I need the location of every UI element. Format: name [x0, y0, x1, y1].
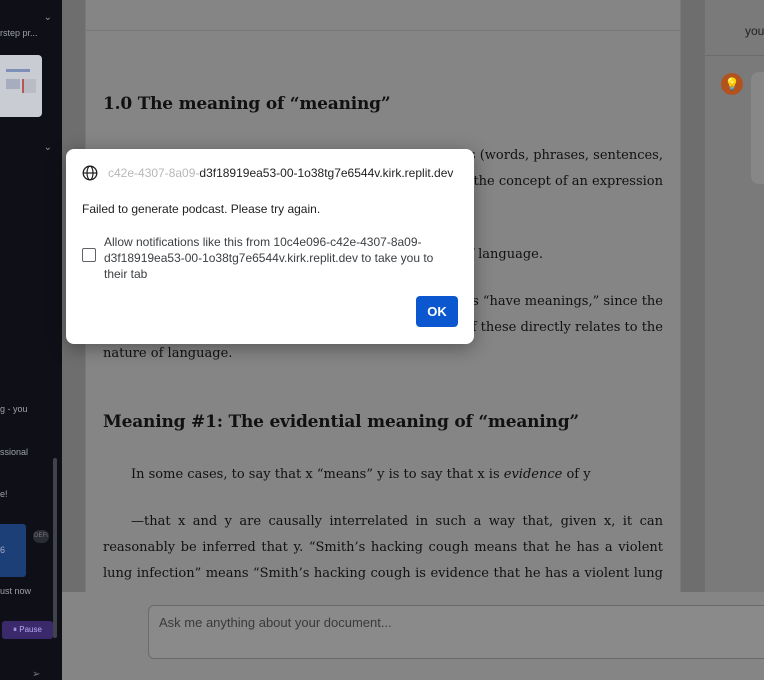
paragraph-text: of y	[562, 467, 591, 482]
notification-checkbox[interactable]	[82, 248, 96, 262]
sidebar: ⌄ rstep pr... ⌄ g - you ssional e! 6 DEF…	[0, 0, 63, 680]
ok-button[interactable]: OK	[416, 296, 458, 327]
pause-icon: ⏸	[13, 625, 18, 634]
timestamp: ust now	[0, 586, 32, 596]
paragraph: —that x and y are causally interrelated …	[103, 514, 663, 581]
composer: Ask me anything about your document...	[62, 592, 764, 680]
alert-dialog: c42e-4307-8a09-d3f18919ea53-00-1o38tg7e6…	[66, 149, 474, 344]
chat-panel: you 💡	[704, 0, 764, 592]
emphasis-text: evidence	[503, 467, 563, 482]
document-thumbnail[interactable]	[0, 55, 42, 117]
sidebar-text-you: g - you	[0, 404, 28, 414]
divider	[86, 30, 680, 31]
pause-button[interactable]: ⏸ Pause	[2, 621, 53, 639]
origin-host: d3f18919ea53-00-1o38tg7e6544v.kirk.repli…	[199, 166, 454, 180]
dialog-origin: c42e-4307-8a09-d3f18919ea53-00-1o38tg7e6…	[108, 166, 453, 180]
section-heading: 1.0 The meaning of “meaning”	[103, 94, 391, 114]
sidebar-card-value: 6	[0, 545, 6, 555]
dialog-message: Failed to generate podcast. Please try a…	[82, 202, 321, 216]
pause-label: Pause	[19, 625, 42, 634]
paragraph-line: , the concept of an expression	[465, 174, 663, 189]
sidebar-card[interactable]: 6	[0, 524, 26, 577]
chat-input[interactable]: Ask me anything about your document...	[148, 605, 764, 659]
globe-icon	[82, 165, 98, 181]
sidebar-text-e: e!	[0, 489, 8, 499]
divider	[705, 55, 764, 56]
assistant-message	[751, 72, 764, 184]
lightbulb-icon: 💡	[721, 73, 743, 95]
origin-faded: c42e-4307-8a09-	[108, 166, 200, 180]
status-badge: DEFI	[33, 530, 49, 543]
chevron-down-icon[interactable]: ⌄	[44, 142, 52, 153]
sidebar-item-label[interactable]: rstep pr...	[0, 28, 38, 38]
sidebar-text-professional: ssional	[0, 447, 29, 457]
paragraph-line: ns (words, phrases, sentences,	[460, 148, 663, 163]
checkbox-label[interactable]: Allow notifications like this from 10c4e…	[104, 234, 454, 282]
paragraph-text: In some cases, to say that x “means” y i…	[131, 467, 504, 482]
sidebar-scrollbar[interactable]	[53, 458, 57, 638]
paragraph-line: nature of language.	[103, 346, 233, 361]
send-icon[interactable]: ➢	[32, 669, 40, 680]
section-heading: Meaning #1: The evidential meaning of “m…	[103, 412, 579, 432]
paragraph: In some cases, to say that x “means” y i…	[103, 462, 663, 488]
user-message: you	[745, 24, 764, 38]
chevron-down-icon[interactable]: ⌄	[44, 12, 52, 23]
